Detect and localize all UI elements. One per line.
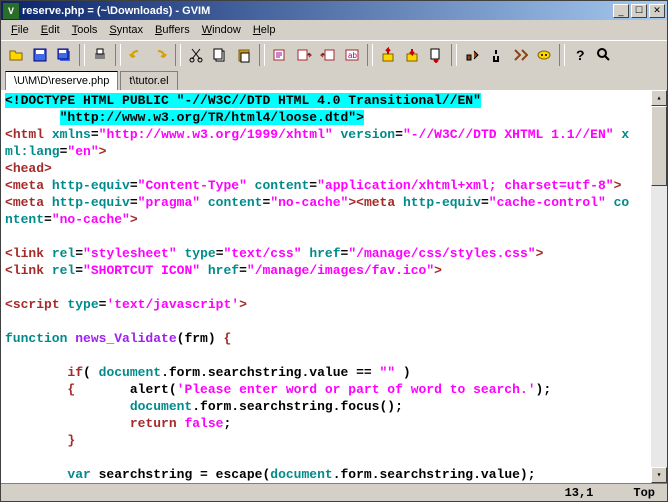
vertical-scrollbar[interactable]: ▴ ▾ [651, 90, 667, 483]
toolbar-separator [79, 44, 85, 66]
menu-file[interactable]: File [5, 22, 35, 38]
saveall-icon[interactable] [53, 44, 75, 66]
doctype: <!DOCTYPE HTML PUBLIC [5, 93, 177, 108]
redo-icon[interactable] [149, 44, 171, 66]
print-icon[interactable] [89, 44, 111, 66]
statusbar: 13,1 Top [1, 483, 667, 501]
gvim-window: V reserve.php = (~\Downloads) - GVIM _ ☐… [0, 0, 668, 502]
titlebar[interactable]: V reserve.php = (~\Downloads) - GVIM _ ☐… [1, 1, 667, 20]
toolbar: ab ? [1, 40, 667, 68]
svg-text:?: ? [576, 47, 585, 63]
menu-syntax[interactable]: Syntax [103, 22, 149, 38]
window-title: reserve.php = (~\Downloads) - GVIM [22, 5, 611, 17]
scroll-up-icon[interactable]: ▴ [651, 90, 667, 106]
minimize-button[interactable]: _ [613, 4, 629, 18]
findnext-icon[interactable] [293, 44, 315, 66]
close-button[interactable]: ✕ [649, 4, 665, 18]
runscript-icon[interactable] [425, 44, 447, 66]
tabbar: \U\M\D\reserve.php t\tutor.el [1, 68, 667, 90]
scroll-thumb[interactable] [651, 106, 667, 186]
shell-icon[interactable] [485, 44, 507, 66]
savesess-icon[interactable] [401, 44, 423, 66]
tab-active[interactable]: \U\M\D\reserve.php [5, 71, 118, 90]
scroll-location: Top [633, 486, 655, 500]
maximize-button[interactable]: ☐ [631, 4, 647, 18]
open-icon[interactable] [5, 44, 27, 66]
svg-text:ab: ab [348, 51, 357, 60]
menu-window[interactable]: Window [196, 22, 247, 38]
loadsess-icon[interactable] [377, 44, 399, 66]
cut-icon[interactable] [185, 44, 207, 66]
scroll-down-icon[interactable]: ▾ [651, 467, 667, 483]
menu-tools[interactable]: Tools [66, 22, 104, 38]
make-icon[interactable] [461, 44, 483, 66]
paste-icon[interactable] [233, 44, 255, 66]
undo-icon[interactable] [125, 44, 147, 66]
taglist-icon[interactable] [533, 44, 555, 66]
app-icon: V [3, 3, 19, 19]
findhelp-icon[interactable] [593, 44, 615, 66]
menu-help[interactable]: Help [247, 22, 282, 38]
toolbar-separator [559, 44, 565, 66]
menu-edit[interactable]: Edit [35, 22, 66, 38]
findprev-icon[interactable] [317, 44, 339, 66]
editor[interactable]: <!DOCTYPE HTML PUBLIC "-//W3C//DTD HTML … [1, 90, 667, 483]
find-icon[interactable] [269, 44, 291, 66]
help-icon[interactable]: ? [569, 44, 591, 66]
toolbar-separator [259, 44, 265, 66]
scroll-track[interactable] [651, 186, 667, 467]
toolbar-separator [451, 44, 457, 66]
replace-icon[interactable]: ab [341, 44, 363, 66]
ctags-icon[interactable] [509, 44, 531, 66]
toolbar-separator [367, 44, 373, 66]
toolbar-separator [175, 44, 181, 66]
tab-inactive[interactable]: t\tutor.el [120, 71, 177, 90]
toolbar-separator [115, 44, 121, 66]
copy-icon[interactable] [209, 44, 231, 66]
cursor-position: 13,1 [565, 486, 594, 500]
menu-buffers[interactable]: Buffers [149, 22, 196, 38]
menubar: File Edit Tools Syntax Buffers Window He… [1, 20, 667, 40]
save-icon[interactable] [29, 44, 51, 66]
